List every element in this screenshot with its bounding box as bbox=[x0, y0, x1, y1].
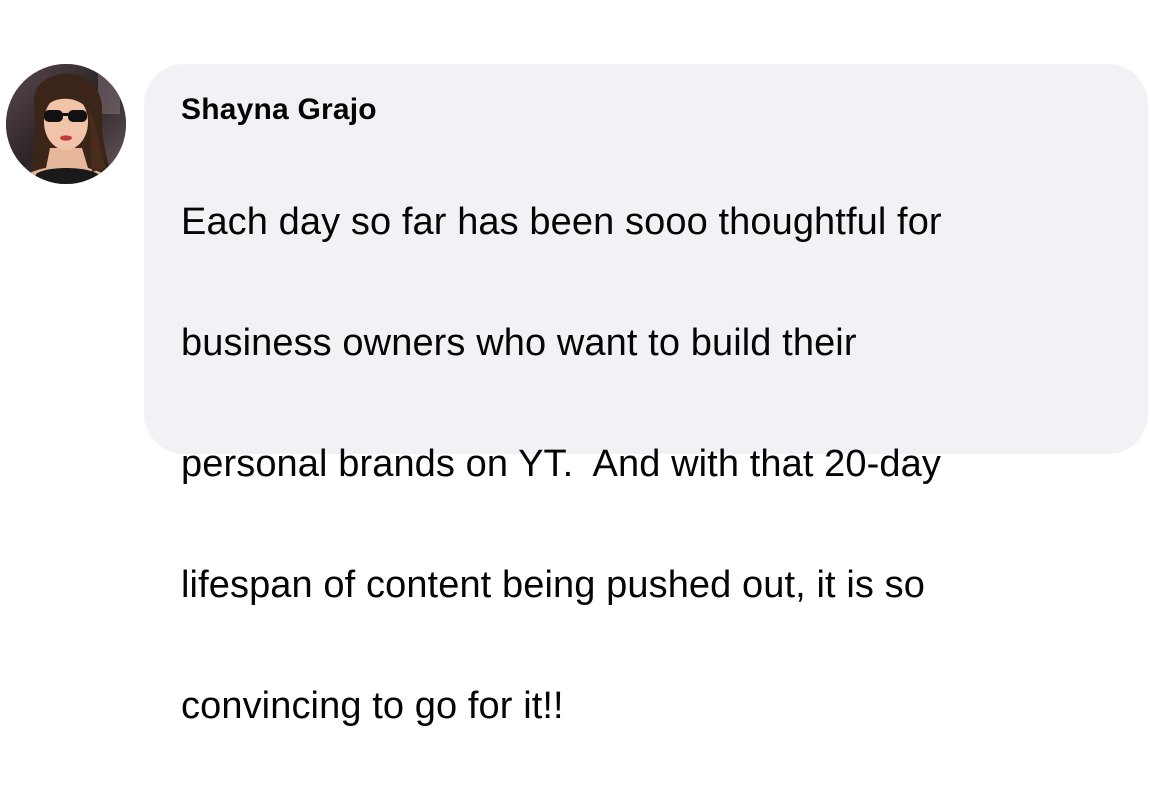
comment-bubble: Shayna Grajo Each day so far has been so… bbox=[144, 64, 1148, 727]
comment-text-line: lifespan of content being pushed out, it… bbox=[181, 563, 925, 606]
comment-text-line: personal brands on YT. And with that 20-… bbox=[181, 442, 941, 485]
comment-text-line: Each day so far has been sooo thoughtful… bbox=[181, 200, 942, 243]
comment-text-line: convincing to go for it!! bbox=[181, 684, 564, 727]
comment: Shayna Grajo Each day so far has been so… bbox=[0, 0, 1150, 727]
avatar[interactable] bbox=[6, 64, 126, 184]
comment-text: Each day so far has been sooo thoughtful… bbox=[181, 131, 1112, 797]
comment-author[interactable]: Shayna Grajo bbox=[181, 90, 1112, 130]
profile-photo-icon bbox=[6, 64, 126, 184]
comment-text-line: business owners who want to build their bbox=[181, 321, 857, 364]
